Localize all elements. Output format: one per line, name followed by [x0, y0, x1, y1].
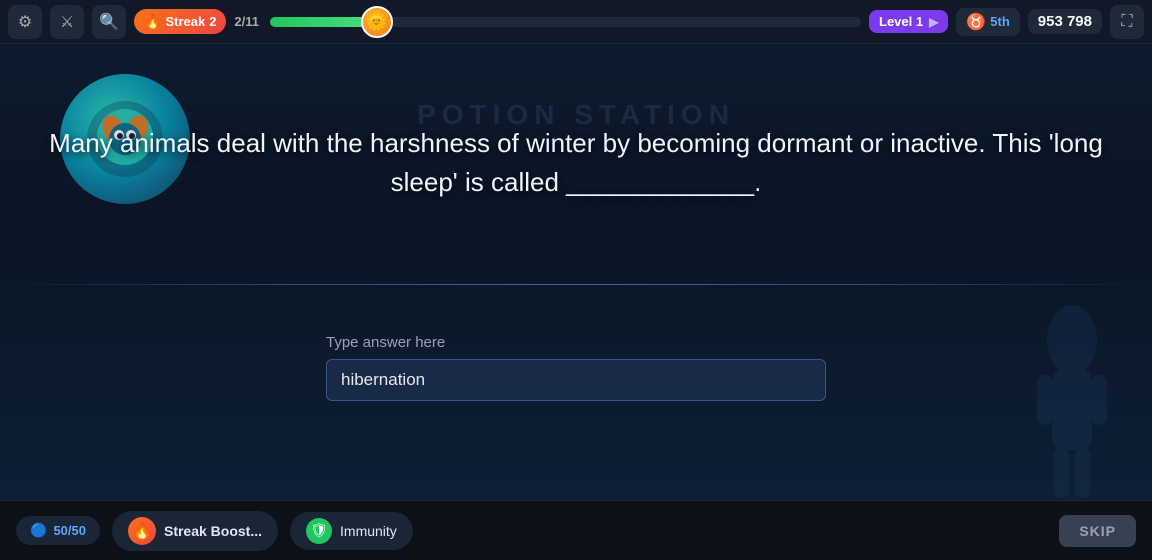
streak-boost-badge[interactable]: 🔥 Streak Boost... — [112, 511, 278, 551]
swords-icon: ⚔ — [60, 12, 74, 32]
background-decoration: POTION STATION — [0, 44, 1152, 500]
question-text: Many animals deal with the harshness of … — [40, 124, 1112, 202]
immunity-icon: 🛡 — [306, 518, 332, 544]
bottom-bar: 🔵 50/50 🔥 Streak Boost... 🛡 Immunity SKI… — [0, 500, 1152, 560]
top-bar: ⚙ ⚔ 🔍 🔥 Streak 2 2/11 🌞 Level 1 ▶ ♉ 5th … — [0, 0, 1152, 44]
streak-boost-icon: 🔥 — [128, 517, 156, 545]
divider-line — [0, 284, 1152, 285]
right-figure — [1012, 300, 1132, 500]
streak-boost-label: Streak Boost... — [164, 523, 262, 539]
answer-input[interactable] — [326, 359, 826, 401]
search-button[interactable]: 🔍 — [92, 5, 126, 39]
fullscreen-button[interactable]: ⛶ — [1110, 5, 1144, 39]
streak-count: 2 — [209, 14, 216, 29]
question-area: Many animals deal with the harshness of … — [0, 124, 1152, 202]
streak-label: Streak — [165, 14, 205, 29]
answer-section: Type answer here — [326, 334, 826, 401]
progress-fill: 🌞 — [270, 17, 376, 27]
streak-lightning-icon: 🔥 — [144, 13, 161, 30]
power-count: 50/50 — [53, 523, 86, 538]
rank-badge: ♉ 5th — [956, 8, 1019, 36]
level-label: Level 1 — [879, 14, 923, 29]
power-icon: 🔵 — [30, 522, 47, 539]
answer-label: Type answer here — [326, 334, 445, 351]
level-arrow-icon: ▶ — [929, 15, 938, 29]
progress-bar: 🌞 — [270, 17, 861, 27]
immunity-badge[interactable]: 🛡 Immunity — [290, 512, 413, 550]
search-icon: 🔍 — [99, 12, 119, 32]
settings-icon: ⚙ — [18, 12, 32, 32]
settings-button[interactable]: ⚙ — [8, 5, 42, 39]
progress-avatar: 🌞 — [361, 6, 393, 38]
score-display: 953 798 — [1028, 9, 1102, 34]
swords-button[interactable]: ⚔ — [50, 5, 84, 39]
main-area: POTION STATION — [0, 44, 1152, 500]
rank-label: 5th — [990, 14, 1010, 29]
skip-label: SKIP — [1079, 523, 1116, 539]
immunity-label: Immunity — [340, 523, 397, 539]
rank-icon: ♉ — [966, 12, 986, 32]
level-badge[interactable]: Level 1 ▶ — [869, 10, 948, 33]
skip-button[interactable]: SKIP — [1059, 515, 1136, 547]
fullscreen-icon: ⛶ — [1121, 13, 1132, 31]
streak-badge[interactable]: 🔥 Streak 2 — [134, 9, 226, 34]
power-badge[interactable]: 🔵 50/50 — [16, 516, 100, 545]
progress-fraction: 2/11 — [234, 14, 262, 29]
